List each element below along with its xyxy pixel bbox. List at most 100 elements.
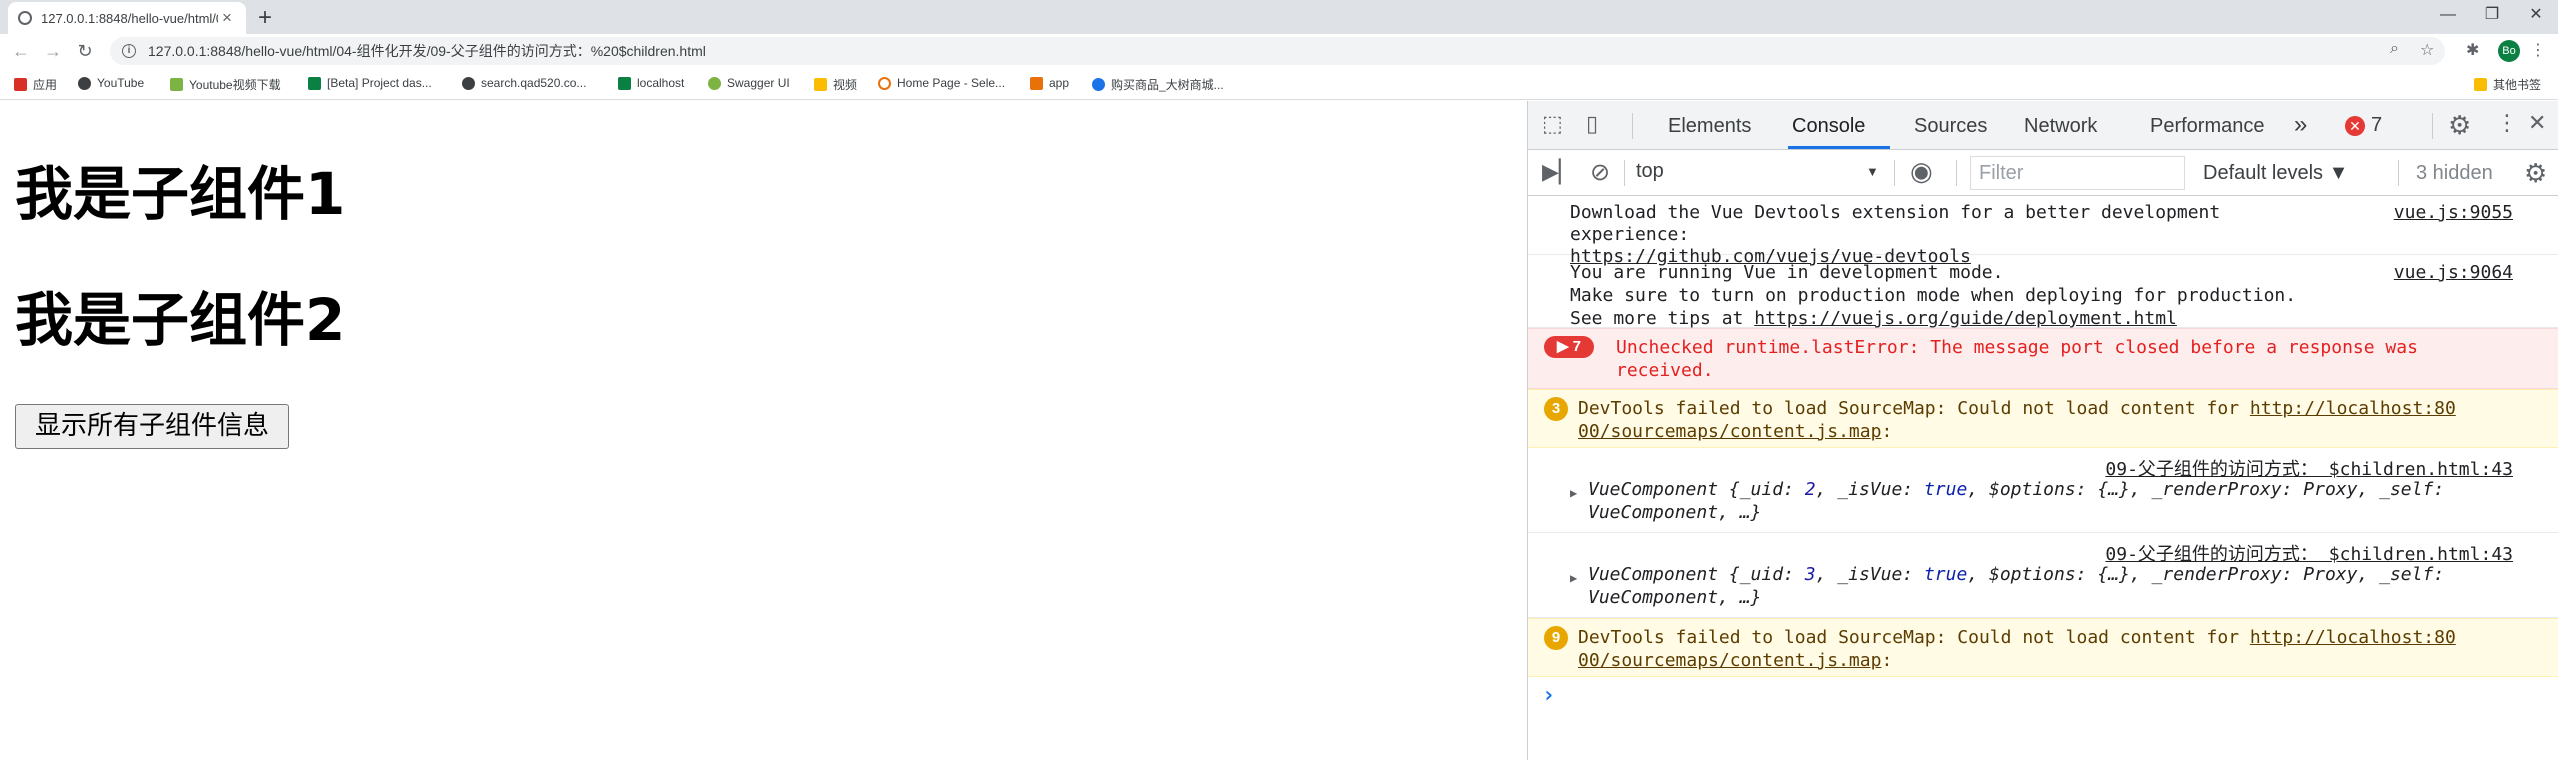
minimize-button[interactable]: —: [2426, 0, 2470, 30]
inspect-element-icon[interactable]: ⬚: [1542, 111, 1563, 137]
warning-prefix: DevTools failed to load SourceMap: Could…: [1578, 627, 2250, 648]
tab-performance[interactable]: Performance: [2150, 115, 2265, 138]
warning-link[interactable]: http://localhost:80: [2250, 627, 2456, 648]
tab-console[interactable]: Console: [1792, 115, 1865, 138]
hidden-messages-count: 3 hidden: [2416, 162, 2493, 184]
error-counter[interactable]: ✕ 7: [2345, 114, 2382, 137]
bookmark-dashu-mall[interactable]: 购买商品_大树商城...: [1092, 76, 1224, 93]
console-warning: 3 DevTools failed to load SourceMap: Cou…: [1528, 389, 2558, 448]
expand-triangle-icon[interactable]: ▶: [1570, 571, 1577, 585]
globe-icon: [462, 76, 475, 90]
source-link[interactable]: vue.js:9055: [2394, 202, 2513, 223]
context-selector[interactable]: top: [1636, 160, 1876, 186]
source-link[interactable]: 09-父子组件的访问方式： $children.html:43: [2105, 455, 2513, 481]
uid-value: 2: [1804, 479, 1816, 500]
warning-link[interactable]: 00/sourcemaps/content.js.map: [1578, 650, 1881, 671]
new-tab-button[interactable]: +: [258, 4, 272, 32]
show-children-button[interactable]: 显示所有子组件信息: [15, 404, 289, 449]
forward-button[interactable]: →: [42, 40, 64, 62]
filter-input[interactable]: Filter: [1970, 156, 2185, 190]
bookmark-search-qad[interactable]: search.qad520.co...: [462, 76, 586, 90]
tab-close-icon[interactable]: ×: [218, 8, 236, 28]
clear-console-icon[interactable]: ⊘: [1590, 158, 1610, 187]
object-preview-cont: VueComponent, …}: [1588, 587, 1762, 608]
bookmark-selenium[interactable]: Home Page - Sele...: [878, 76, 1005, 90]
console-settings-gear-icon[interactable]: ⚙: [2524, 158, 2547, 189]
profile-avatar[interactable]: Bo: [2498, 40, 2520, 62]
warning-link[interactable]: http://localhost:80: [2250, 398, 2456, 419]
back-button[interactable]: ←: [10, 40, 32, 62]
child-heading-1: 我是子组件1: [15, 160, 346, 228]
source-link[interactable]: 09-父子组件的访问方式： $children.html:43: [2105, 540, 2513, 566]
bookmark-star-icon[interactable]: ☆: [2420, 40, 2434, 60]
object-preview[interactable]: VueComponent {_uid: 2, _isVue: true, $op…: [1588, 479, 2444, 500]
device-toolbar-icon[interactable]: ▯: [1586, 111, 1598, 137]
browser-tab[interactable]: 127.0.0.1:8848/hello-vue/html/0... ×: [8, 2, 246, 34]
divider: [2398, 160, 2399, 186]
warning-text: 00/sourcemaps/content.js.map:: [1578, 421, 1892, 442]
page-viewport: 我是子组件1 我是子组件2 显示所有子组件信息: [0, 101, 1527, 760]
vue-logo-icon: [618, 76, 631, 90]
prompt-chevron-icon: ›: [1542, 683, 1556, 708]
restore-button[interactable]: ❐: [2470, 0, 2514, 30]
bookmark-apps[interactable]: 应用: [14, 76, 57, 93]
window-close-button[interactable]: ✕: [2514, 0, 2558, 30]
message-text: Download the Vue Devtools extension for …: [1570, 202, 2221, 223]
extensions-icon[interactable]: ✱: [2466, 40, 2479, 60]
sidebar-toggle-icon[interactable]: ▶▏: [1542, 159, 1576, 185]
message-text: You are running Vue in development mode.: [1570, 262, 2004, 283]
object-preview[interactable]: VueComponent {_uid: 3, _isVue: true, $op…: [1588, 564, 2444, 585]
reload-button[interactable]: ↻: [74, 40, 96, 62]
bookmark-youtube-download[interactable]: Youtube视频下载: [170, 76, 281, 93]
bookmark-project-dashboard[interactable]: [Beta] Project das...: [308, 76, 432, 90]
bookmark-video-folder[interactable]: 视频: [814, 76, 857, 93]
expand-triangle-icon[interactable]: ▶: [1570, 486, 1577, 500]
divider: [1894, 160, 1895, 186]
repeat-count: 7: [1572, 338, 1582, 355]
bookmark-other[interactable]: 其他书签: [2474, 76, 2541, 93]
bookmark-label: Youtube视频下载: [189, 78, 281, 92]
active-tab-indicator: [1788, 146, 1890, 149]
warning-repeat-badge: 3: [1544, 397, 1568, 421]
devtools-panel: ⬚ ▯ Elements Console Sources Network Per…: [1527, 101, 2558, 760]
github-icon: [1092, 78, 1105, 91]
tab-network[interactable]: Network: [2024, 115, 2097, 138]
warning-suffix: :: [1881, 650, 1893, 671]
eye-icon[interactable]: ◉: [1910, 156, 1933, 187]
message-link[interactable]: https://vuejs.org/guide/deployment.html: [1754, 308, 2177, 329]
circle-icon: [878, 76, 891, 90]
chrome-menu-icon[interactable]: ⋮: [2530, 40, 2546, 60]
settings-gear-icon[interactable]: ⚙: [2448, 110, 2471, 141]
tab-strip: 127.0.0.1:8848/hello-vue/html/0... × + —…: [0, 0, 2558, 34]
more-tabs-icon[interactable]: »: [2294, 111, 2307, 139]
customize-menu-icon[interactable]: ⋮: [2496, 110, 2518, 136]
folder-icon: [814, 78, 827, 91]
chevron-down-icon[interactable]: ▼: [1866, 164, 1879, 179]
divider: [1632, 113, 1633, 139]
bookmark-localhost[interactable]: localhost: [618, 76, 684, 90]
error-text: received.: [1616, 360, 1714, 381]
tab-title: 127.0.0.1:8848/hello-vue/html/0...: [41, 10, 218, 26]
zoom-icon[interactable]: ⌕: [2390, 40, 2399, 58]
vue-logo-icon: [308, 76, 321, 90]
bookmark-swagger[interactable]: Swagger UI: [708, 76, 790, 90]
tab-elements[interactable]: Elements: [1668, 115, 1751, 138]
close-devtools-icon[interactable]: ✕: [2528, 110, 2546, 136]
log-levels-dropdown[interactable]: Default levels ▼: [2203, 162, 2348, 185]
bookmark-label: 购买商品_大树商城...: [1111, 78, 1224, 92]
warning-text: 00/sourcemaps/content.js.map:: [1578, 650, 1892, 671]
console-prompt-row[interactable]: ›: [1528, 677, 2558, 715]
leaf-icon: [170, 78, 183, 91]
bookmark-youtube[interactable]: YouTube: [78, 76, 144, 90]
bookmark-app[interactable]: app: [1030, 76, 1069, 90]
address-bar[interactable]: i 127.0.0.1:8848/hello-vue/html/04-组件化开发…: [110, 37, 2445, 65]
tab-sources[interactable]: Sources: [1914, 115, 1987, 138]
warning-text: DevTools failed to load SourceMap: Could…: [1578, 627, 2456, 648]
source-link[interactable]: vue.js:9064: [2394, 262, 2513, 283]
bookmarks-bar: 应用 YouTube Youtube视频下载 [Beta] Project da…: [0, 68, 2558, 100]
site-info-icon[interactable]: i: [122, 44, 136, 58]
divider: [1624, 160, 1625, 186]
bool-value: true: [1923, 479, 1968, 500]
uid-value: 3: [1804, 564, 1816, 585]
warning-link[interactable]: 00/sourcemaps/content.js.map: [1578, 421, 1881, 442]
